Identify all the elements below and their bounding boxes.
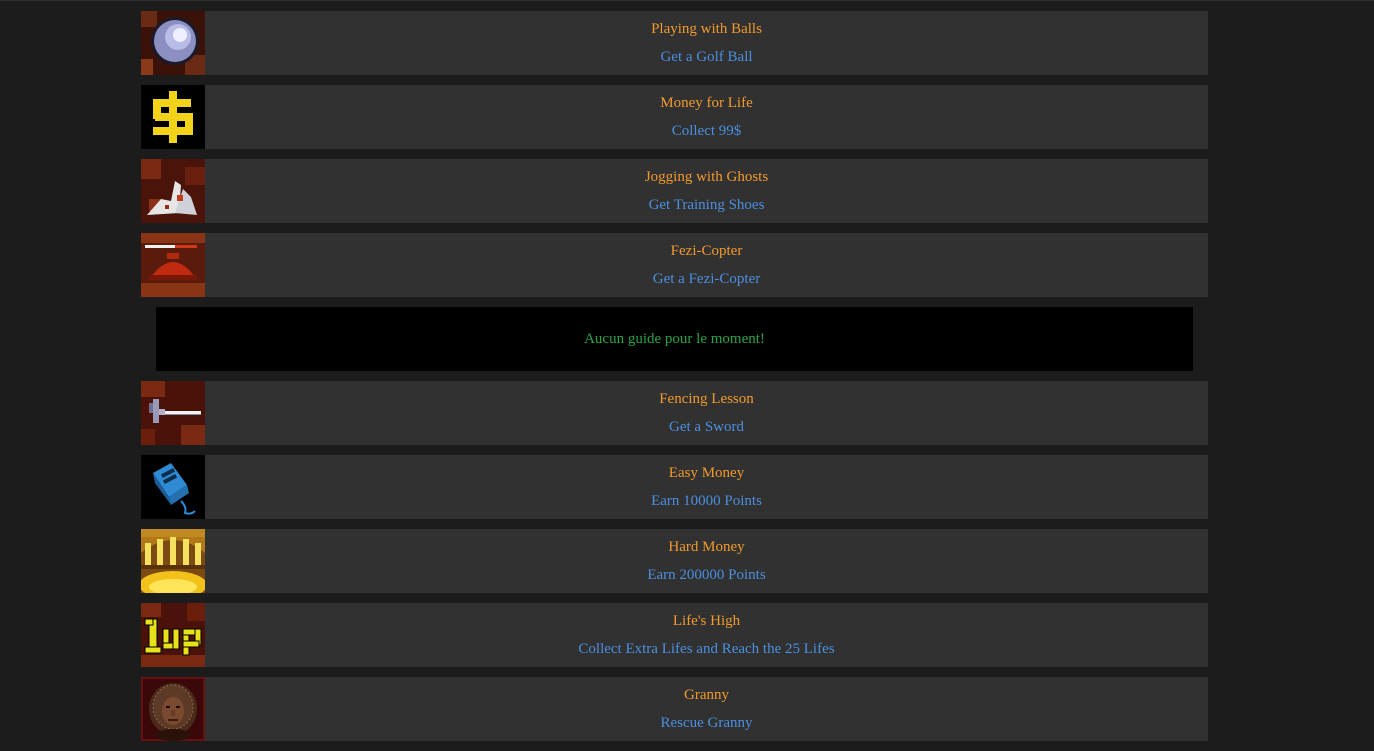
achievement-description: Collect Extra Lifes and Reach the 25 Lif… [578, 641, 835, 657]
achievement-description: Collect 99$ [671, 123, 742, 139]
achievement-description: Rescue Granny [660, 715, 753, 731]
achievement-title: Easy Money [668, 465, 745, 481]
achievement-title: Hard Money [668, 539, 745, 555]
dollar-sign-icon [141, 85, 205, 149]
achievement-description: Earn 200000 Points [647, 567, 766, 583]
fezi-copter-icon [141, 233, 205, 297]
achievement-title: Life's High [672, 613, 741, 629]
golf-ball-icon [141, 11, 205, 75]
achievement-description: Get a Sword [669, 419, 744, 435]
guide-message: Aucun guide pour le moment! [584, 330, 765, 347]
achievement-title: Granny [684, 687, 729, 703]
achievement-row: Hard Money Earn 200000 Points [141, 529, 1208, 593]
toaster-icon [141, 455, 205, 519]
achievement-row: Granny Rescue Granny [141, 677, 1208, 741]
achievement-row: Fezi-Copter Get a Fezi-Copter [141, 233, 1208, 297]
achievement-title: Jogging with Ghosts [644, 169, 769, 185]
achievement-title: Fencing Lesson [659, 391, 754, 407]
sword-icon [141, 381, 205, 445]
achievement-description: Get a Golf Ball [660, 49, 753, 65]
achievement-title: Playing with Balls [651, 21, 762, 37]
treasure-room-icon [141, 529, 205, 593]
achievement-row: Life's High Collect Extra Lifes and Reac… [141, 603, 1208, 667]
guide-box: Aucun guide pour le moment! [156, 307, 1193, 371]
achievement-description: Get a Fezi-Copter [652, 271, 761, 287]
achievement-title: Fezi-Copter [670, 243, 743, 259]
achievement-row: Easy Money Earn 10000 Points [141, 455, 1208, 519]
achievement-row: Jogging with Ghosts Get Training Shoes [141, 159, 1208, 223]
achievement-row: Money for Life Collect 99$ [141, 85, 1208, 149]
achievement-description: Get Training Shoes [648, 197, 765, 213]
achievement-description: Earn 10000 Points [651, 493, 762, 509]
top-divider [0, 0, 1374, 1]
achievement-row: Fencing Lesson Get a Sword [141, 381, 1208, 445]
achievement-row: Playing with Balls Get a Golf Ball [141, 11, 1208, 75]
one-up-icon [141, 603, 205, 667]
achievement-list: Playing with Balls Get a Golf Ball Money… [141, 11, 1208, 751]
granny-portrait-icon [141, 677, 205, 741]
achievement-title: Money for Life [660, 95, 753, 111]
training-shoes-icon [141, 159, 205, 223]
